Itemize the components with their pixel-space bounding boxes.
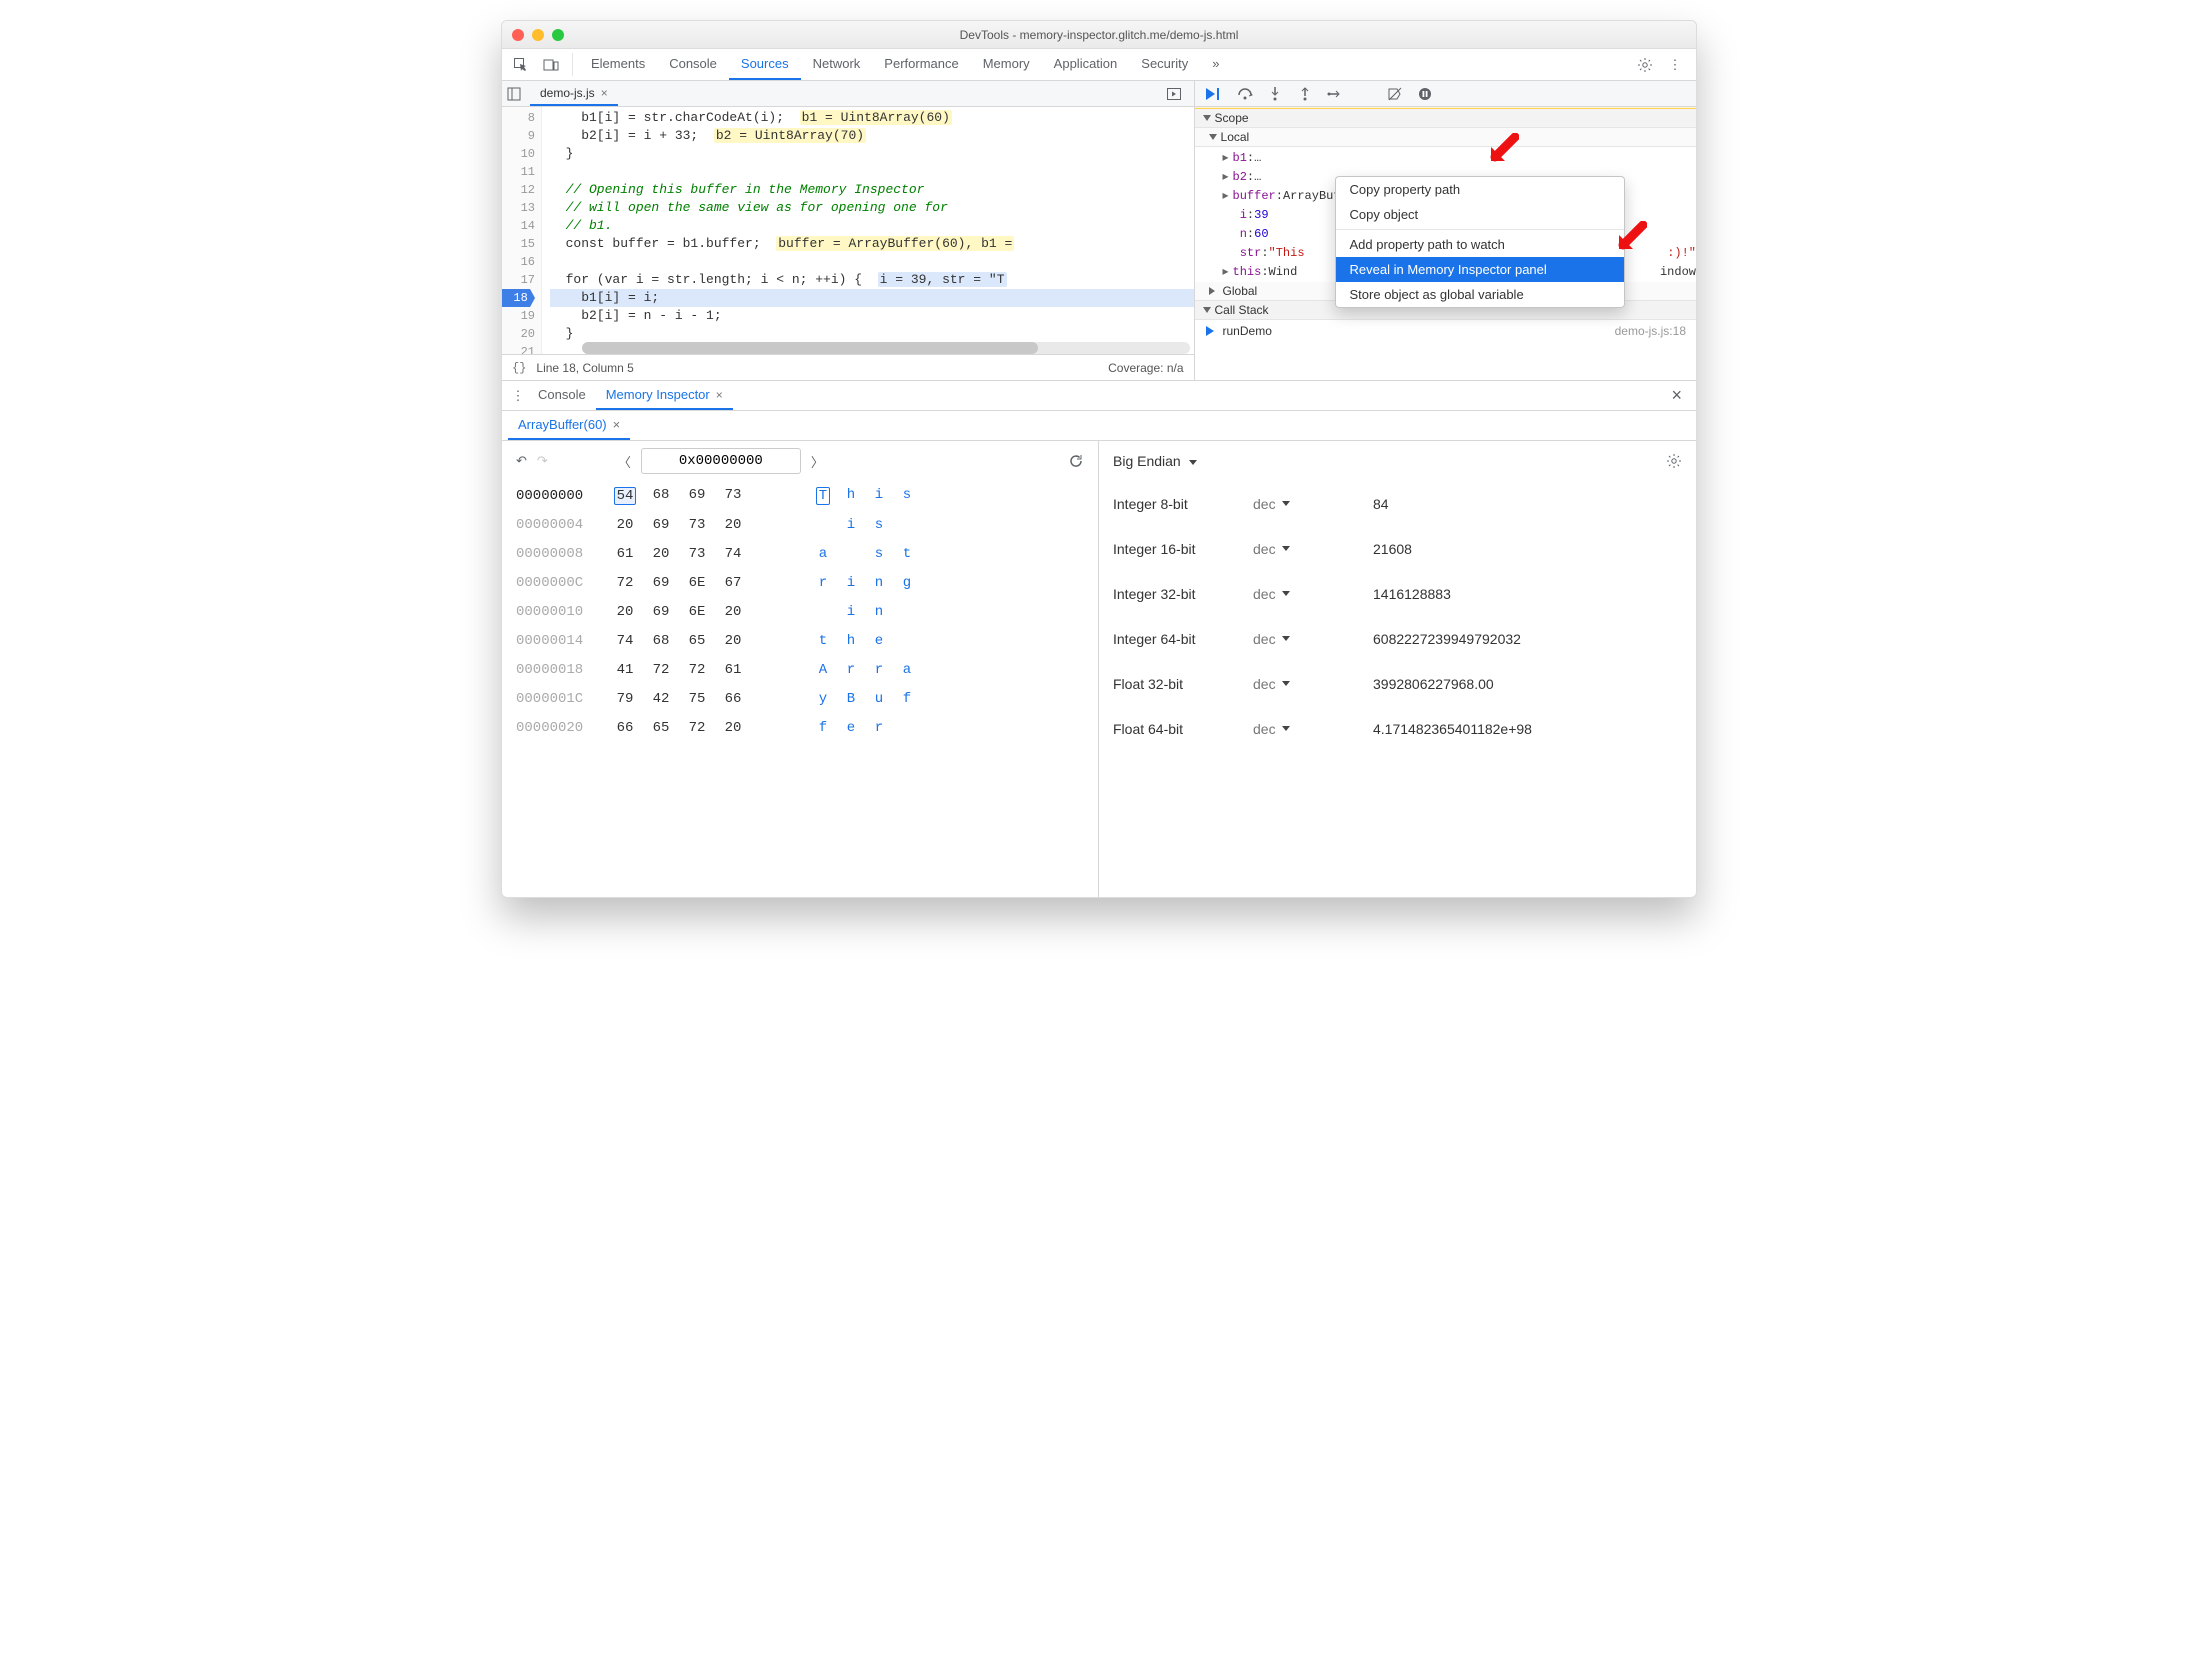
window-titlebar: DevTools - memory-inspector.glitch.me/de…: [502, 21, 1696, 49]
hex-row[interactable]: 0000001841727261Arra: [516, 655, 1084, 684]
line-gutter: 891011121314 15161718 192021: [502, 107, 542, 354]
inline-eval: b1 = Uint8Array(60): [800, 110, 952, 125]
tab-performance[interactable]: Performance: [872, 49, 970, 80]
pause-on-exceptions-icon[interactable]: [1417, 86, 1433, 102]
pretty-print-icon[interactable]: {}: [512, 361, 526, 375]
close-buffer-tab-icon[interactable]: ×: [613, 417, 621, 432]
snippet-run-icon[interactable]: [1158, 86, 1190, 102]
scope-local-header[interactable]: Local: [1195, 128, 1696, 147]
value-settings-gear-icon[interactable]: [1666, 453, 1682, 469]
settings-gear-icon[interactable]: [1630, 49, 1660, 80]
hex-row[interactable]: 0000001020696E20.in.: [516, 597, 1084, 626]
tabs-overflow-icon[interactable]: »: [1200, 49, 1231, 80]
memory-buffer-tab[interactable]: ArrayBuffer(60) ×: [508, 411, 630, 440]
close-file-tab-icon[interactable]: ×: [601, 86, 608, 100]
hex-row[interactable]: 0000000861207374a.st: [516, 539, 1084, 568]
drawer-tab-console[interactable]: Console: [528, 381, 596, 410]
address-input[interactable]: [641, 448, 801, 474]
navigator-toggle-icon[interactable]: [506, 86, 530, 102]
value-row: Integer 32-bitdec 1416128883: [1113, 571, 1682, 616]
callstack-frame[interactable]: runDemo demo-js.js:18: [1195, 320, 1696, 342]
encoding-selector[interactable]: dec: [1253, 721, 1373, 737]
tab-elements[interactable]: Elements: [579, 49, 657, 80]
tab-security[interactable]: Security: [1129, 49, 1200, 80]
ctx-reveal-memory-inspector[interactable]: Reveal in Memory Inspector panel: [1336, 257, 1624, 282]
tab-memory[interactable]: Memory: [971, 49, 1042, 80]
horizontal-scrollbar[interactable]: [582, 342, 1190, 354]
hex-row[interactable]: 0000001474686520the.: [516, 626, 1084, 655]
ctx-copy-object[interactable]: Copy object: [1336, 202, 1624, 227]
address-next-icon[interactable]: 〉: [811, 452, 824, 471]
drawer-menu-icon[interactable]: ⋮: [508, 388, 528, 404]
step-over-icon[interactable]: [1237, 86, 1253, 102]
encoding-selector[interactable]: dec: [1253, 496, 1373, 512]
hex-row[interactable]: 0000000C72696E67ring: [516, 568, 1084, 597]
ctx-store-global[interactable]: Store object as global variable: [1336, 282, 1624, 307]
ctx-add-watch[interactable]: Add property path to watch: [1336, 232, 1624, 257]
close-drawer-tab-icon[interactable]: ×: [716, 388, 723, 402]
resume-icon[interactable]: [1205, 87, 1223, 101]
deactivate-breakpoints-icon[interactable]: [1387, 86, 1403, 102]
value-row: Integer 16-bitdec 21608: [1113, 526, 1682, 571]
execution-line: b1[i] = i;: [550, 289, 1194, 307]
endianness-selector[interactable]: Big Endian: [1113, 453, 1197, 469]
ctx-copy-property-path[interactable]: Copy property path: [1336, 177, 1624, 202]
tab-network[interactable]: Network: [801, 49, 873, 80]
hex-row[interactable]: 0000002066657220fer.: [516, 713, 1084, 742]
hex-row[interactable]: 0000001C79427566yBuf: [516, 684, 1084, 713]
tab-console[interactable]: Console: [657, 49, 729, 80]
value-row: Float 32-bitdec 3992806227968.00: [1113, 661, 1682, 706]
context-menu: Copy property path Copy object Add prope…: [1335, 176, 1625, 308]
coverage-status: Coverage: n/a: [1108, 361, 1183, 375]
drawer-tab-memory-inspector[interactable]: Memory Inspector ×: [596, 381, 733, 410]
hex-dump-table: 0000000054686973This0000000420697320.is.…: [502, 481, 1098, 742]
hex-row[interactable]: 0000000054686973This: [516, 481, 1084, 510]
encoding-selector[interactable]: dec: [1253, 631, 1373, 647]
hex-row[interactable]: 0000000420697320.is.: [516, 510, 1084, 539]
step-into-icon[interactable]: [1267, 86, 1283, 102]
close-drawer-icon[interactable]: ×: [1663, 385, 1690, 406]
file-tab-label: demo-js.js: [540, 86, 595, 100]
inspect-element-icon[interactable]: [506, 49, 536, 80]
tab-sources[interactable]: Sources: [729, 49, 801, 80]
refresh-icon[interactable]: [1068, 453, 1084, 469]
undo-icon[interactable]: ↶: [516, 453, 527, 469]
scope-row[interactable]: ▸b1: …: [1195, 148, 1696, 167]
value-row: Float 64-bitdec 4.171482365401182e+98: [1113, 706, 1682, 751]
file-tab[interactable]: demo-js.js ×: [530, 81, 618, 106]
cursor-position: Line 18, Column 5: [536, 361, 633, 375]
encoding-selector[interactable]: dec: [1253, 586, 1373, 602]
value-row: Integer 8-bitdec 84: [1113, 481, 1682, 526]
encoding-selector[interactable]: dec: [1253, 676, 1373, 692]
encoding-selector[interactable]: dec: [1253, 541, 1373, 557]
value-row: Integer 64-bitdec 6082227239949792032: [1113, 616, 1682, 661]
redo-icon[interactable]: ↷: [537, 453, 548, 469]
scope-section-header[interactable]: Scope: [1195, 109, 1696, 128]
address-prev-icon[interactable]: 〈: [618, 452, 631, 471]
window-title: DevTools - memory-inspector.glitch.me/de…: [502, 28, 1696, 42]
step-icon[interactable]: [1327, 86, 1343, 102]
panel-tabs: Elements Console Sources Network Perform…: [579, 49, 1231, 80]
kebab-menu-icon[interactable]: ⋮: [1660, 49, 1690, 80]
device-toolbar-icon[interactable]: [536, 49, 566, 80]
tab-application[interactable]: Application: [1042, 49, 1130, 80]
step-out-icon[interactable]: [1297, 86, 1313, 102]
